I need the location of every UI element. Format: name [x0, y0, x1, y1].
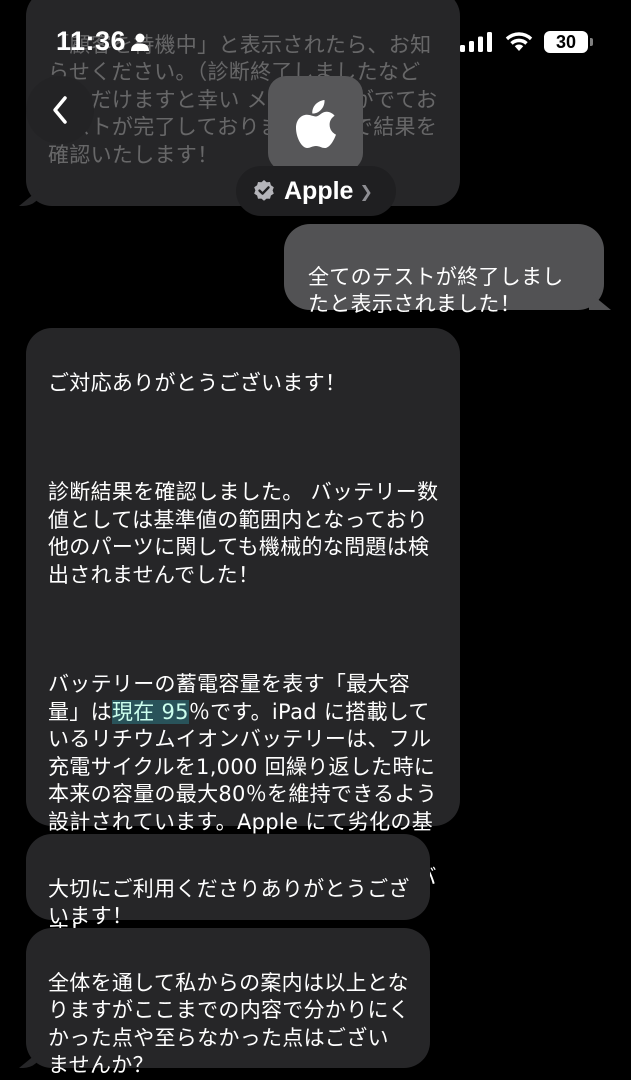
contact-avatar[interactable] — [268, 76, 363, 171]
highlighted-text: 現在 95 — [111, 699, 189, 724]
battery-indicator: 30 — [544, 31, 593, 53]
message-paragraph: ご対応ありがとうございます！ — [48, 370, 347, 395]
message-bubble-incoming[interactable]: 全体を通して私からの案内は以上となりますがここまでの内容で分かりにくかった点や至… — [26, 928, 430, 1077]
message-bubble-incoming[interactable]: 大切にご利用くださりありがとうございます！ — [26, 834, 430, 928]
contact-name-button[interactable]: Apple ❯ — [236, 166, 396, 216]
message-paragraph: 診断結果を確認しました。 バッテリー数値としては基準値の範囲内となっており他のパ… — [48, 480, 439, 587]
message-bubble-outgoing[interactable]: 全てのテストが終了しましたと表示されました！ — [284, 224, 604, 316]
contact-name: Apple — [284, 176, 354, 205]
chevron-left-icon — [53, 96, 67, 124]
chevron-right-icon: ❯ — [359, 181, 373, 201]
message-bubble-incoming[interactable]: ご対応ありがとうございます！ 診断結果を確認しました。 バッテリー数値としては基… — [26, 328, 460, 944]
status-bar: 11:36 30 — [0, 0, 631, 80]
message-text: 全てのテストが終了しましたと表示されました！ — [308, 264, 564, 317]
cellular-signal-icon — [460, 32, 492, 52]
wifi-icon — [505, 32, 533, 51]
message-text: 全体を通して私からの案内は以上となりますがここまでの内容で分かりにくかった点や至… — [48, 970, 410, 1078]
person-icon — [131, 33, 149, 51]
back-button[interactable] — [26, 76, 94, 144]
verified-badge-icon — [254, 180, 274, 201]
status-time: 11:36 — [56, 26, 127, 56]
apple-logo-icon — [295, 99, 336, 148]
battery-level: 30 — [555, 32, 577, 52]
messages-screen: 「顧客を待機中」と表示されたら、お知らせください。（診断終了しましたなどいただけ… — [0, 0, 631, 1080]
